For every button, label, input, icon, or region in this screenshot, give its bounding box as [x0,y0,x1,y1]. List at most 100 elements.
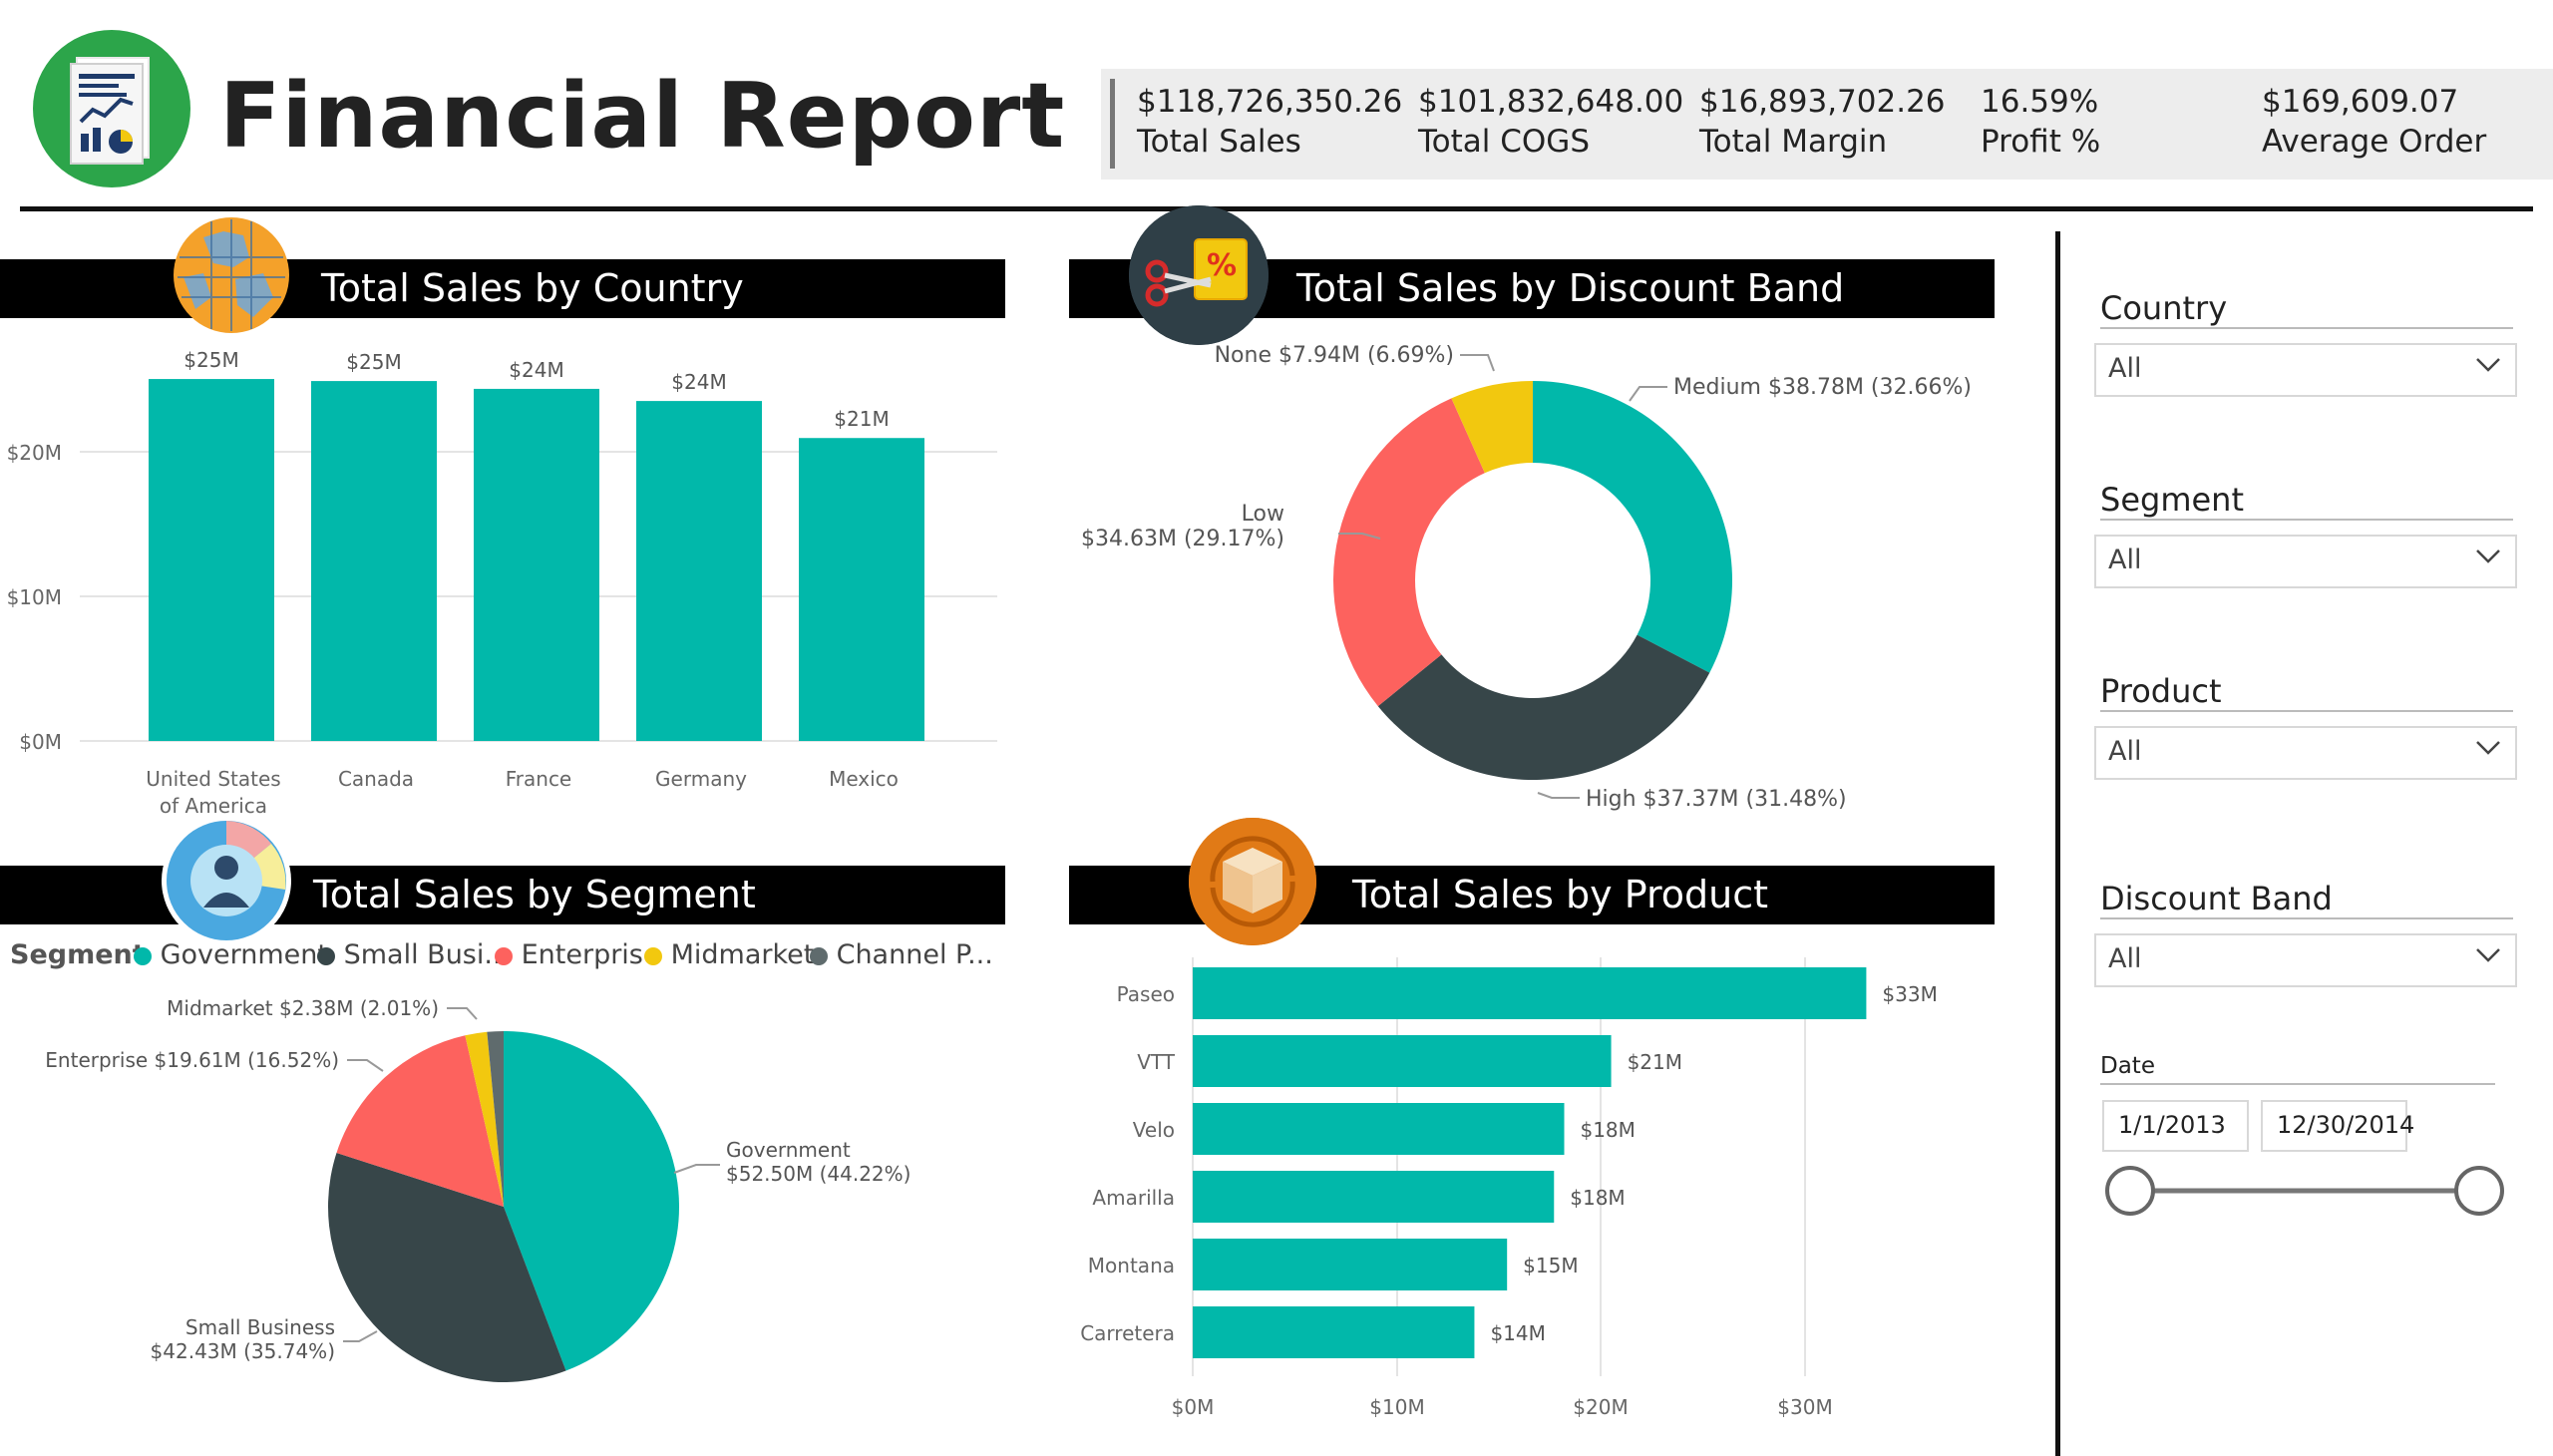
bar-data-label: $18M [1580,1118,1635,1142]
bar-data-label: $15M [1523,1254,1578,1277]
globe-icon [174,217,289,333]
legend-label: Channel P... [836,939,993,970]
leader-line [447,1007,478,1020]
bar-velo[interactable] [1193,1103,1565,1155]
kpi-value: $101,832,648.00 [1418,84,1684,120]
leader-line [1460,354,1495,372]
leader-line [343,1330,378,1342]
kpi-total-sales: $118,726,350.26 Total Sales [1137,82,1402,162]
bar-data-label: $24M [509,358,563,382]
segment-dropdown[interactable]: All [2094,535,2517,588]
y-tick-label: Paseo [1117,982,1175,1006]
product-bar-chart: Paseo VTT Velo Amarilla Montana Carreter… [1080,957,1938,1419]
legend-item-channel-partners[interactable]: Channel P... [810,939,993,970]
slicer-title-date: Date [2100,1053,2155,1079]
bar-mexico[interactable] [799,438,924,741]
bar-data-label: $25M [346,350,401,374]
discount-panel-title: Total Sales by Discount Band [1296,266,1845,310]
country-bar-chart: $0M $10M $20M $25M $25M $24M $24M $21M U… [7,348,997,818]
discount-tag-icon: % [1129,205,1269,345]
bar-france[interactable] [474,388,599,741]
slider-end-handle[interactable] [2454,1166,2504,1216]
x-tick-label: Canada [338,767,414,791]
slice-low[interactable] [1333,398,1485,707]
slice-label-high: High $37.37M (31.48%) [1586,787,1847,812]
bar-germany[interactable] [636,401,762,741]
legend-dot [134,946,152,965]
slicer-title-product: Product [2100,672,2222,710]
bar-carretera[interactable] [1193,1306,1475,1358]
slice-label-small-business-value: $42.43M (35.74%) [151,1339,335,1363]
kpi-label: Total Sales [1137,124,1301,160]
slice-label-low-title: Low [1242,502,1284,527]
slicer-divider-line [2100,327,2513,329]
dropdown-value: All [2108,353,2142,384]
kpi-label: Average Order [2262,124,2487,160]
dropdown-value: All [2108,545,2142,575]
kpi-label: Total Margin [1699,124,1888,160]
leader-line [673,1164,720,1174]
slicer-divider-line [2100,519,2513,521]
bar-data-label: $24M [671,370,726,394]
kpi-label: Profit % [1981,124,2101,160]
slice-label-government-title: Government [726,1138,851,1162]
slicer-title-country: Country [2100,289,2228,327]
date-start-input[interactable]: 1/1/2013 [2102,1100,2249,1152]
slicer-divider-line [2100,917,2513,919]
segment-legend-title: Segment [10,939,146,970]
segment-panel-header: Total Sales by Segment [0,866,1005,924]
legend-dot [317,946,335,965]
slice-label-none: None $7.94M (6.69%) [1215,343,1454,368]
bar-canada[interactable] [311,381,437,741]
slice-label-medium: Medium $38.78M (32.66%) [1673,375,1972,400]
country-dropdown[interactable]: All [2094,343,2517,397]
legend-dot [644,946,662,965]
kpi-total-cogs: $101,832,648.00 Total COGS [1418,82,1683,162]
bar-montana[interactable] [1193,1239,1508,1290]
slicer-title-segment: Segment [2100,481,2244,519]
bar-data-label: $14M [1490,1321,1545,1345]
bar-data-label: $25M [183,348,238,372]
svg-text:%: % [1207,248,1237,283]
bar-amarilla[interactable] [1193,1171,1555,1223]
bar-vtt[interactable] [1193,1035,1612,1087]
country-panel-title: Total Sales by Country [321,266,744,310]
slicer-divider-line [2100,1083,2495,1085]
x-tick-label: Mexico [829,767,899,791]
product-panel-title: Total Sales by Product [1352,873,1769,916]
y-tick-label: $10M [7,585,62,609]
country-panel-header: Total Sales by Country [0,259,1005,318]
bar-united-states[interactable] [149,379,274,741]
bar-data-label: $21M [1628,1050,1682,1074]
x-tick-label: France [506,767,572,791]
x-tick-label: $10M [1369,1395,1424,1419]
legend-item-government[interactable]: Government [134,939,328,970]
legend-item-enterprise[interactable]: Enterprise [495,939,659,970]
date-end-input[interactable]: 12/30/2014 [2261,1100,2414,1152]
kpi-profit-percent: 16.59% Profit % [1981,82,2100,162]
date-range-slider[interactable] [2094,1161,2513,1221]
slice-medium[interactable] [1533,381,1732,673]
bar-paseo[interactable] [1193,967,1867,1019]
kpi-value: $118,726,350.26 [1137,84,1403,120]
x-tick-label: $0M [1172,1395,1215,1419]
dropdown-value: All [2108,943,2142,974]
kpi-value: $169,609.07 [2262,84,2459,120]
date-end-value: 12/30/2014 [2277,1111,2415,1139]
legend-item-small-business[interactable]: Small Busi... [317,939,510,970]
bar-data-label: $33M [1882,982,1937,1006]
slice-label-midmarket: Midmarket $2.38M (2.01%) [167,996,439,1020]
legend-dot [810,946,828,965]
x-tick-label: $30M [1777,1395,1832,1419]
legend-item-midmarket[interactable]: Midmarket [644,939,814,970]
header-divider [20,206,2533,211]
kpi-value: 16.59% [1981,84,2099,120]
segment-panel-title: Total Sales by Segment [313,873,756,916]
product-dropdown[interactable]: All [2094,726,2517,780]
y-tick-label: Amarilla [1092,1186,1175,1210]
slider-start-handle[interactable] [2105,1166,2155,1216]
x-tick-label: Germany [655,767,747,791]
discount-band-dropdown[interactable]: All [2094,933,2517,987]
legend-label: Enterprise [521,939,660,970]
kpi-value: $16,893,702.26 [1699,84,1946,120]
